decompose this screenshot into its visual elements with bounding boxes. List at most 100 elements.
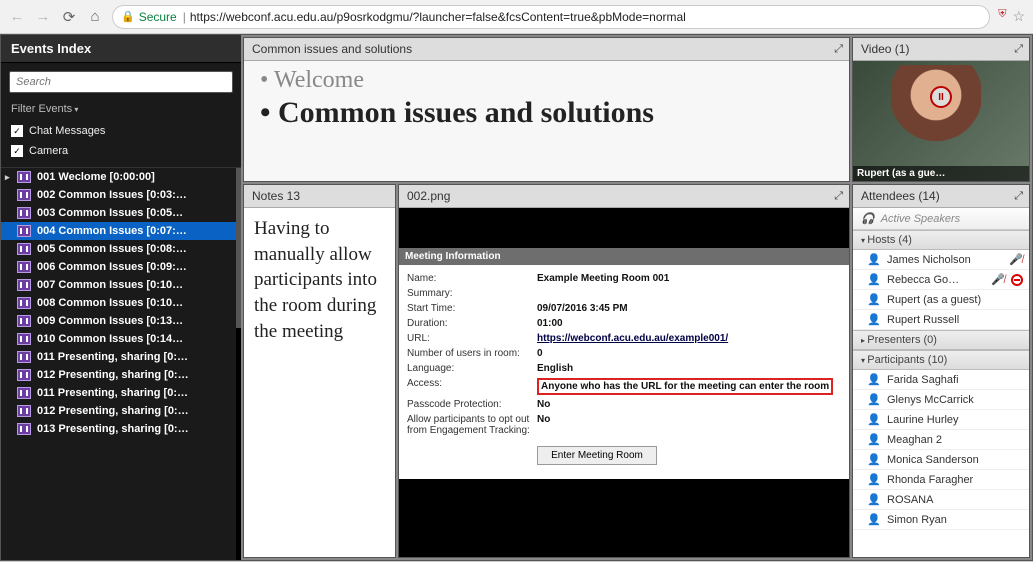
slide-icon (17, 333, 31, 345)
browser-chrome: ← → ⟳ ⌂ 🔒 Secure | https://webconf.acu.e… (0, 0, 1033, 34)
video-pod: Video (1)⤢ II Rupert (as a gue… (852, 37, 1030, 182)
checkbox-camera[interactable]: ✓Camera (1, 141, 241, 161)
expand-icon[interactable]: ⤢ (1014, 43, 1021, 56)
participant-row[interactable]: 👤 Monica Sanderson (853, 450, 1029, 470)
address-bar[interactable]: 🔒 Secure | https://webconf.acu.edu.au/p9… (112, 5, 990, 29)
host-row[interactable]: 👤Rupert Russell (853, 310, 1029, 330)
attendee-name: Rupert (as a guest) (887, 294, 1023, 306)
filter-events-dropdown[interactable]: Filter Events (1, 101, 241, 121)
checkbox-chat-messages[interactable]: ✓Chat Messages (1, 121, 241, 141)
expand-icon[interactable]: ⤢ (834, 190, 841, 203)
search-input[interactable] (9, 71, 233, 93)
event-label: 012 Presenting, sharing [0:… (37, 369, 189, 381)
host-icon: 👤 (867, 313, 881, 326)
video-feed[interactable]: II Rupert (as a gue… (853, 61, 1029, 181)
host-row[interactable]: 👤James Nicholson🎤̸ (853, 250, 1029, 270)
event-item[interactable]: 012 Presenting, sharing [0:… (1, 402, 241, 420)
event-item[interactable]: 011 Presenting, sharing [0:… (1, 384, 241, 402)
participant-icon: 👤 (867, 373, 881, 386)
event-item[interactable]: 011 Presenting, sharing [0:… (1, 348, 241, 366)
events-list[interactable]: 001 Weclome [0:00:00] 002 Common Issues [… (1, 167, 241, 560)
event-item[interactable]: 012 Presenting, sharing [0:… (1, 366, 241, 384)
event-item[interactable]: 004 Common Issues [0:07:… (1, 222, 241, 240)
meta-summary-k: Summary: (407, 288, 537, 299)
expand-icon[interactable]: ⤢ (834, 43, 841, 56)
participant-row[interactable]: 👤Meaghan 2 (853, 430, 1029, 450)
participant-row[interactable]: 👤Rhonda Faragher (853, 470, 1029, 490)
event-item[interactable]: 008 Common Issues [0:10… (1, 294, 241, 312)
slide-icon (17, 261, 31, 273)
participant-icon: 👤 (867, 433, 881, 446)
meeting-info-header: Meeting Information (399, 248, 849, 265)
event-label: 009 Common Issues [0:13… (37, 315, 183, 327)
event-label: 002 Common Issues [0:03:… (37, 189, 187, 201)
event-item[interactable]: 001 Weclome [0:00:00] (1, 168, 241, 186)
home-button[interactable]: ⌂ (86, 8, 104, 26)
participant-icon: 👤 (867, 513, 881, 526)
enter-meeting-room-button[interactable]: Enter Meeting Room (537, 446, 657, 465)
event-item[interactable]: 003 Common Issues [0:05… (1, 204, 241, 222)
slide-icon (17, 279, 31, 291)
back-button[interactable]: ← (8, 8, 26, 26)
event-item[interactable]: 009 Common Issues [0:13… (1, 312, 241, 330)
meta-url-k: URL: (407, 333, 537, 344)
event-label: 013 Presenting, sharing [0:… (37, 423, 189, 435)
reload-button[interactable]: ⟳ (60, 8, 78, 26)
meta-access-v: Anyone who has the URL for the meeting c… (537, 378, 841, 395)
slide-icon (17, 315, 31, 327)
participant-row[interactable]: 👤Laurine Hurley (853, 410, 1029, 430)
participant-icon: 👤 (867, 393, 881, 406)
meeting-url-link[interactable]: https://webconf.acu.edu.au/example001/ (537, 333, 728, 344)
host-icon: 👤 (867, 253, 881, 266)
attendee-name: Rebecca Go… (887, 274, 985, 286)
extension-icon[interactable]: ⛨ (998, 8, 1006, 25)
common-issues-pod: Common issues and solutions⤢ Welcome Com… (243, 37, 850, 182)
lock-icon: 🔒 (121, 10, 135, 23)
attendee-name: ROSANA (887, 494, 1023, 506)
url-text: https://webconf.acu.edu.au/p9osrkodgmu/?… (190, 10, 686, 24)
participant-row[interactable]: 👤Simon Ryan (853, 510, 1029, 530)
event-item[interactable]: 007 Common Issues [0:10… (1, 276, 241, 294)
host-icon: 👤 (867, 273, 881, 286)
slide-icon (17, 207, 31, 219)
participant-row[interactable]: 👤 Glenys McCarrick (853, 390, 1029, 410)
event-item[interactable]: 013 Presenting, sharing [0:… (1, 420, 241, 438)
hosts-group-header[interactable]: Hosts (4) (853, 230, 1029, 250)
event-label: 007 Common Issues [0:10… (37, 279, 183, 291)
event-label: 008 Common Issues [0:10… (37, 297, 183, 309)
presenters-group-header[interactable]: Presenters (0) (853, 330, 1029, 350)
meta-duration-k: Duration: (407, 318, 537, 329)
meta-passcode-k: Passcode Protection: (407, 399, 537, 410)
attendee-name: Rhonda Faragher (887, 474, 1023, 486)
meta-start-k: Start Time: (407, 303, 537, 314)
notes-title: Notes 13 (252, 189, 300, 203)
participant-row[interactable]: 👤ROSANA (853, 490, 1029, 510)
meta-users-v: 0 (537, 348, 841, 359)
event-item[interactable]: 002 Common Issues [0:03:… (1, 186, 241, 204)
participants-group-header[interactable]: Participants (10) (853, 350, 1029, 370)
meta-optout-v: No (537, 414, 841, 425)
event-label: 012 Presenting, sharing [0:… (37, 405, 189, 417)
slide-icon (17, 387, 31, 399)
host-row[interactable]: 👤Rupert (as a guest) (853, 290, 1029, 310)
event-item[interactable]: 006 Common Issues [0:09:… (1, 258, 241, 276)
event-label: 001 Weclome [0:00:00] (37, 171, 155, 183)
slide-icon (17, 369, 31, 381)
slide-icon (17, 171, 31, 183)
participant-icon: 👤 (867, 453, 881, 466)
slide-icon (17, 297, 31, 309)
event-item[interactable]: 010 Common Issues [0:14… (1, 330, 241, 348)
slide-icon (17, 225, 31, 237)
event-label: 011 Presenting, sharing [0:… (37, 351, 188, 363)
events-scrollbar[interactable] (236, 168, 241, 328)
attendee-name: Glenys McCarrick (887, 394, 1023, 406)
bookmark-star-icon[interactable]: ☆ (1012, 8, 1025, 25)
attendee-name: Monica Sanderson (887, 454, 1023, 466)
event-label: 011 Presenting, sharing [0:… (37, 387, 188, 399)
participant-row[interactable]: 👤Farida Saghafi (853, 370, 1029, 390)
expand-icon[interactable]: ⤢ (1014, 190, 1021, 203)
active-speakers-row[interactable]: 🎧Active Speakers (853, 208, 1029, 230)
event-item[interactable]: 005 Common Issues [0:08:… (1, 240, 241, 258)
forward-button[interactable]: → (34, 8, 52, 26)
host-row[interactable]: 👤Rebecca Go…🎤̸ (853, 270, 1029, 290)
